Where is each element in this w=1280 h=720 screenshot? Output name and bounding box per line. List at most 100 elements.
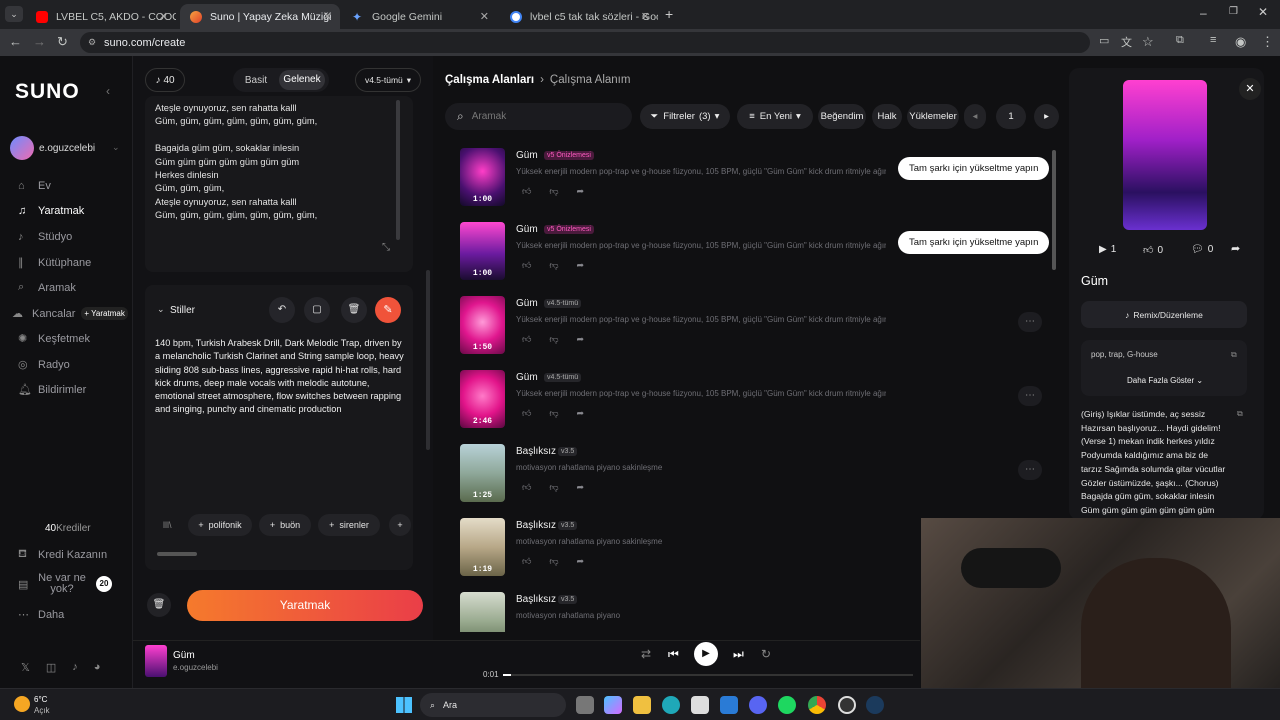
tag-sirens[interactable]: + sirenler: [318, 514, 380, 536]
collapse-sidebar-icon[interactable]: ‹: [106, 84, 110, 98]
user-avatar[interactable]: [10, 136, 34, 160]
like-icon[interactable]: 👍︎: [522, 334, 531, 345]
close-tab-icon[interactable]: ✕: [480, 10, 489, 23]
sort-button[interactable]: ≡ En Yeni ▾: [737, 104, 813, 129]
like-icon[interactable]: 👍︎: [522, 556, 531, 567]
earn-credits-link[interactable]: ⛾ Kredi Kazanın: [18, 548, 107, 562]
x-twitter-icon[interactable]: 𝕏: [21, 661, 30, 674]
close-window-icon[interactable]: ✕: [1258, 5, 1268, 19]
new-tab-icon[interactable]: +: [665, 6, 673, 22]
sidebar-item-home[interactable]: ⌂ Ev: [18, 180, 51, 192]
expand-lyrics-icon[interactable]: ⤡: [382, 242, 390, 253]
file-explorer-icon[interactable]: [633, 696, 651, 714]
create-button[interactable]: Yaratmak: [187, 590, 423, 621]
tags-scrollbar[interactable]: [157, 552, 197, 556]
share-icon[interactable]: ➦: [577, 556, 585, 567]
list-item[interactable]: 1:00 Güm v5 Önizlemesi Yüksek enerjili m…: [460, 148, 1050, 218]
edge-icon[interactable]: [662, 696, 680, 714]
previous-icon[interactable]: ⏮︎: [668, 647, 679, 662]
share-icon[interactable]: ➦: [577, 334, 585, 345]
tag-polyphonic[interactable]: + polifonik: [188, 514, 252, 536]
play-button[interactable]: ▶: [694, 642, 718, 666]
styles-textarea[interactable]: 140 bpm, Turkish Arabesk Drill, Dark Mel…: [155, 337, 405, 417]
discord-icon[interactable]: [749, 696, 767, 714]
dislike-icon[interactable]: 👎︎: [549, 186, 558, 197]
copy-lyrics-icon[interactable]: ⧉: [1237, 409, 1243, 419]
like-icon[interactable]: 👍︎: [522, 186, 531, 197]
hooks-create-badge[interactable]: + Yaratmak: [81, 307, 128, 320]
share-icon[interactable]: ➦: [577, 408, 585, 419]
tab-list-button[interactable]: ⌄: [5, 6, 23, 22]
forward-icon[interactable]: →: [33, 34, 46, 49]
tag-buon[interactable]: + buön: [259, 514, 311, 536]
sidebar-item-library[interactable]: ∥ Kütüphane: [18, 256, 91, 270]
chrome-icon[interactable]: [808, 696, 826, 714]
tag-more[interactable]: +: [389, 514, 411, 536]
prev-page-icon[interactable]: ◂: [964, 104, 986, 129]
cast-icon[interactable]: ▭: [1099, 34, 1109, 47]
uploads-filter[interactable]: Yüklemeler: [907, 104, 959, 129]
share-icon[interactable]: ➦: [1231, 242, 1240, 255]
instagram-icon[interactable]: ◫: [46, 661, 56, 674]
upgrade-button[interactable]: Tam şarkı için yükseltme yapın: [898, 157, 1050, 180]
close-panel-icon[interactable]: ✕: [1239, 78, 1261, 100]
bookmark-star-icon[interactable]: ☆: [1142, 34, 1154, 50]
show-more-link[interactable]: Daha Fazla Göster ⌄: [1127, 376, 1203, 385]
player-cover[interactable]: [145, 645, 167, 677]
sidebar-item-hooks[interactable]: ☁ Kancalar + Yaratmak: [12, 307, 128, 320]
model-select[interactable]: v4.5-tümü ▾: [355, 68, 421, 92]
site-info-icon[interactable]: ⚙: [88, 37, 96, 48]
search-input[interactable]: ⌕ Aramak: [445, 103, 632, 130]
share-icon[interactable]: ➦: [577, 186, 585, 197]
store-icon[interactable]: [691, 696, 709, 714]
browser-tab[interactable]: ✦ Google Gemini ✕: [342, 4, 497, 29]
next-page-icon[interactable]: ▸: [1034, 104, 1059, 129]
discord-icon[interactable]: ◕: [94, 661, 101, 674]
username[interactable]: e.oguzcelebi: [39, 143, 95, 154]
like-count[interactable]: 👍︎ 0: [1143, 244, 1163, 256]
weather-icon[interactable]: [14, 696, 30, 712]
progress-track[interactable]: [503, 674, 913, 676]
sidebar-item-search[interactable]: ⌕ Aramak: [18, 281, 76, 294]
trash-icon[interactable]: 🗑︎: [341, 297, 367, 323]
close-tab-icon[interactable]: ✕: [641, 10, 650, 23]
list-item[interactable]: 1:50 Güm v4.5-tümü Yüksek enerjili moder…: [460, 296, 1050, 366]
song-cover[interactable]: 1:00: [460, 222, 505, 280]
song-cover[interactable]: 1:00: [460, 148, 505, 206]
like-icon[interactable]: 👍︎: [522, 408, 531, 419]
windows-start-icon[interactable]: [396, 697, 412, 713]
like-icon[interactable]: 👍︎: [522, 260, 531, 271]
save-style-icon[interactable]: ▢: [304, 297, 330, 323]
back-icon[interactable]: ←: [9, 34, 22, 49]
list-item[interactable]: 1:00 Güm v5 Önizlemesi Yüksek enerjili m…: [460, 222, 1050, 292]
page-number-input[interactable]: 1: [996, 104, 1026, 129]
weather-desc[interactable]: Açık: [34, 706, 50, 715]
comment-count[interactable]: 💬︎ 0: [1191, 244, 1213, 255]
dislike-icon[interactable]: 👎︎: [549, 334, 558, 345]
task-view-icon[interactable]: [576, 696, 594, 714]
share-icon[interactable]: ➦: [577, 260, 585, 271]
tab-simple[interactable]: Basit: [233, 75, 279, 86]
player-title[interactable]: Güm: [173, 650, 195, 661]
create-panel-scrollbar[interactable]: [426, 270, 430, 450]
sidebar-item-radio[interactable]: ◎ Radyo: [18, 358, 70, 372]
liked-filter[interactable]: Beğendim: [818, 104, 866, 129]
like-icon[interactable]: 👍︎: [522, 482, 531, 493]
more-options-icon[interactable]: ⋯: [1018, 460, 1042, 480]
sidebar-item-create[interactable]: ♫ Yaratmak: [18, 205, 84, 217]
breadcrumb-root[interactable]: Çalışma Alanları: [445, 74, 534, 86]
tiktok-icon[interactable]: ♪: [72, 661, 78, 674]
browser-tab[interactable]: lvbel c5 tak tak sözleri - Google...✕: [500, 4, 658, 29]
magic-wand-icon[interactable]: ✎: [375, 297, 401, 323]
repeat-icon[interactable]: ↻: [761, 647, 771, 661]
close-tab-icon[interactable]: ✕: [159, 10, 168, 23]
mail-icon[interactable]: [720, 696, 738, 714]
profile-icon[interactable]: ◉: [1235, 34, 1246, 50]
browser-tab-active[interactable]: Suno | Yapay Zeka Müziği ✕: [180, 4, 340, 29]
play-count[interactable]: ▶ 1: [1099, 244, 1116, 255]
copilot-icon[interactable]: [604, 696, 622, 714]
styles-collapse-chevron-icon[interactable]: ⌄: [157, 304, 165, 315]
dislike-icon[interactable]: 👎︎: [549, 408, 558, 419]
weather-temp[interactable]: 6°C: [34, 695, 47, 704]
song-cover[interactable]: [460, 592, 505, 632]
